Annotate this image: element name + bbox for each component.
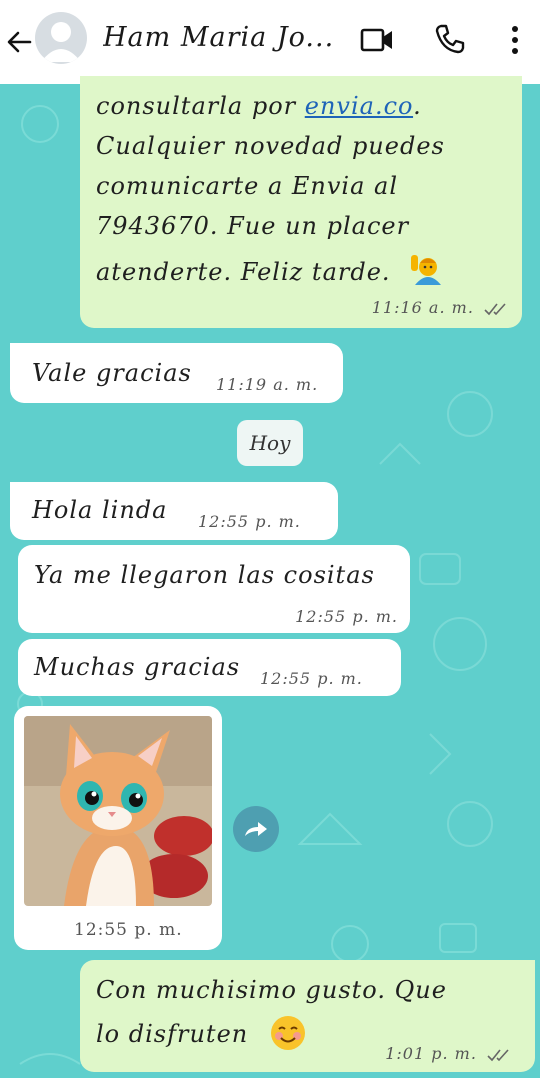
message-line: Cualquier novedad puedes [96,132,445,160]
message-bubble-incoming[interactable]: Hola linda 12:55 p. m. [10,482,338,540]
message-line: consultarla por envia.co. [96,92,422,120]
chat-header: Ham Maria Jo... [0,0,540,84]
arrow-left-icon[interactable] [4,27,34,57]
video-call-icon[interactable] [360,25,394,55]
more-vert-icon[interactable] [508,24,522,56]
message-text: Hola linda [32,496,168,524]
message-bubble-incoming[interactable]: Ya me llegaron las cositas 12:55 p. m. [18,545,410,633]
person-raising-hand-emoji [411,254,442,285]
message-line: 7943670. Fue un placer [96,212,410,240]
link[interactable]: envia.co [305,92,413,120]
message-bubble-incoming[interactable]: Vale gracias 11:19 a. m. [10,343,343,403]
message-text: Ya me llegaron las cositas [34,561,375,589]
image-message-bubble[interactable]: 12:55 p. m. [14,706,222,950]
message-timestamp: 1:01 p. m. [385,1044,511,1063]
message-bubble-outgoing[interactable]: Con muchisimo gusto. Que lo disfruten 1:… [80,960,535,1072]
forward-icon [245,822,267,836]
message-timestamp: 12:55 p. m. [198,512,301,531]
message-timestamp: 12:55 p. m. [295,607,398,626]
day-separator: Hoy [237,420,303,466]
smiling-face-emoji [270,1015,305,1050]
message-bubble-incoming[interactable]: Muchas gracias 12:55 p. m. [18,639,401,696]
read-ticks-icon [487,1048,509,1061]
message-line: atenderte. Feliz tarde. [96,252,516,292]
message-timestamp: 11:16 a. m. [372,298,508,317]
avatar[interactable] [35,12,87,64]
message-timestamp: 12:55 p. m. [260,669,363,688]
message-line: comunicarte a Envia al [96,172,399,200]
read-ticks-icon [484,302,506,315]
contact-name[interactable]: Ham Maria Jo... [103,22,343,53]
message-line: Con muchisimo gusto. Que [96,976,447,1004]
phone-icon[interactable] [434,23,466,55]
kitten-photo[interactable] [24,716,212,906]
message-bubble-outgoing[interactable]: consultarla por envia.co. Cualquier nove… [80,76,522,328]
forward-button[interactable] [233,806,279,852]
default-avatar-icon [41,22,81,62]
message-timestamp: 12:55 p. m. [74,920,183,940]
message-text: Muchas gracias [34,653,241,681]
message-text: Vale gracias [32,359,192,387]
message-timestamp: 11:19 a. m. [216,375,319,394]
